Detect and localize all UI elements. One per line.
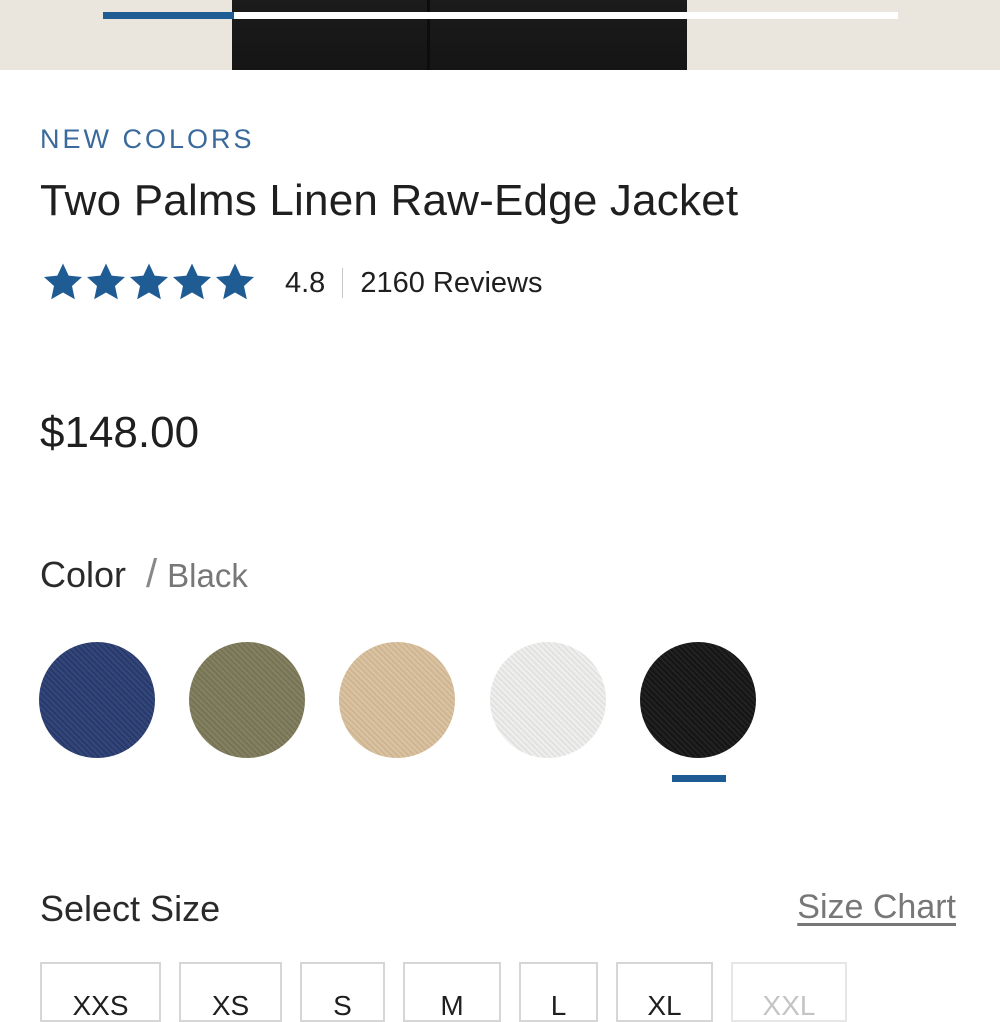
color-separator: /	[146, 552, 158, 596]
star-icon	[43, 263, 83, 300]
size-option-xs[interactable]: XS	[179, 962, 282, 1022]
star-icon	[86, 263, 126, 300]
swatch-navy[interactable]	[39, 642, 155, 758]
swatch-black[interactable]	[640, 642, 756, 758]
new-colors-badge: NEW COLORS	[40, 124, 255, 154]
star-icon	[215, 263, 255, 300]
rating-value: 4.8	[285, 266, 326, 299]
size-option-m[interactable]: M	[403, 962, 501, 1022]
carousel-progress-bar	[103, 12, 898, 19]
star-rating	[40, 260, 255, 306]
size-option-xl[interactable]: XL	[616, 962, 713, 1022]
color-label: Color	[40, 554, 127, 595]
rating-divider	[342, 268, 344, 298]
product-title: Two Palms Linen Raw-Edge Jacket	[40, 176, 739, 225]
rating-summary[interactable]: 4.8 2160 Reviews	[40, 258, 542, 308]
select-size-label: Select Size	[40, 888, 221, 929]
star-icon	[129, 263, 169, 300]
size-chart-link[interactable]: Size Chart	[797, 888, 956, 927]
swatch-white[interactable]	[490, 642, 606, 758]
reviews-link[interactable]: 2160 Reviews	[360, 267, 542, 300]
size-option-l[interactable]: L	[519, 962, 598, 1022]
selected-swatch-indicator	[672, 775, 726, 782]
swatch-olive[interactable]	[189, 642, 305, 758]
product-image-carousel[interactable]	[0, 0, 1000, 70]
color-heading: Color / Black	[40, 552, 248, 597]
selected-color-name: Black	[167, 557, 248, 594]
product-image	[232, 0, 687, 70]
carousel-progress-fill	[103, 12, 235, 19]
swatch-sand[interactable]	[339, 642, 455, 758]
star-icon	[172, 263, 212, 300]
product-price: $148.00	[40, 408, 200, 457]
size-option-xxl[interactable]: XXL	[731, 962, 847, 1022]
size-option-s[interactable]: S	[300, 962, 385, 1022]
size-option-xxs[interactable]: XXS	[40, 962, 161, 1022]
